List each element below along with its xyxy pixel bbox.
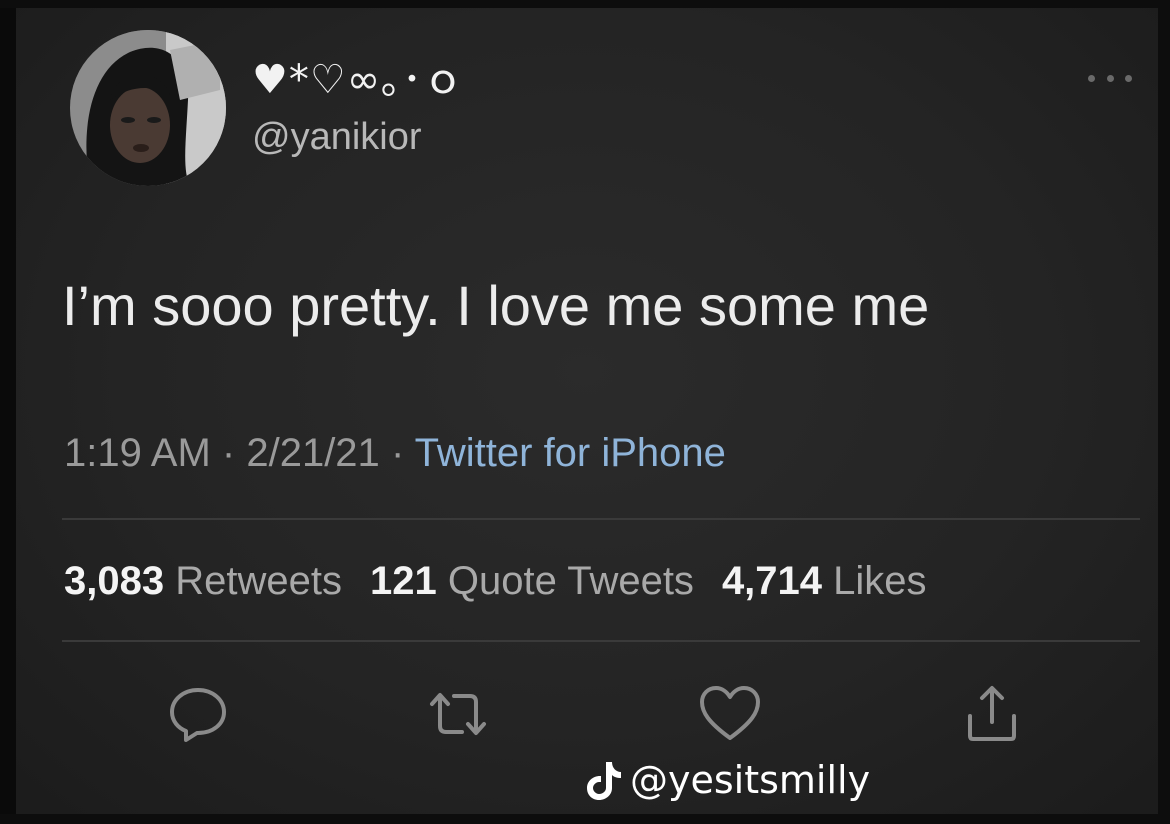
quote-tweets-stat[interactable]: 121 Quote Tweets xyxy=(370,559,694,603)
tweet-date[interactable]: 2/21/21 xyxy=(246,431,379,475)
reply-icon xyxy=(170,688,226,742)
retweet-button[interactable] xyxy=(426,682,490,746)
avatar[interactable] xyxy=(70,30,226,186)
likes-count: 4,714 xyxy=(721,559,823,603)
watermark-handle: @yesitsmilly xyxy=(630,758,871,802)
user-handle[interactable]: @yanikior xyxy=(252,114,422,160)
like-button[interactable] xyxy=(698,682,762,746)
tweet-source-link[interactable]: Twitter for iPhone xyxy=(415,431,726,475)
tiktok-watermark: @yesitsmilly xyxy=(584,754,870,806)
more-dot-icon xyxy=(1125,74,1132,82)
display-name[interactable]: ♥*♡∞｡･ｏ xyxy=(252,56,464,104)
likes-stat[interactable]: 4,714 Likes xyxy=(722,559,927,603)
more-dot-icon xyxy=(1088,74,1095,82)
frame-edge-right xyxy=(1158,0,1170,824)
retweet-icon xyxy=(430,693,486,735)
frame-edge-left xyxy=(0,0,16,824)
retweets-stat[interactable]: 3,083 Retweets xyxy=(64,559,342,603)
more-dot-icon xyxy=(1106,74,1114,82)
retweets-count: 3,083 xyxy=(64,559,165,603)
quote-tweets-label: Quote Tweets xyxy=(447,559,694,603)
meta-separator: · xyxy=(390,431,405,475)
divider xyxy=(62,640,1140,642)
meta-separator: · xyxy=(221,431,236,475)
share-icon xyxy=(968,686,1016,741)
likes-label: Likes xyxy=(833,559,927,603)
tweet-text: I’m sooo pretty. I love me some me xyxy=(62,274,930,337)
share-button[interactable] xyxy=(960,682,1024,746)
quote-tweets-count: 121 xyxy=(369,559,437,603)
retweets-label: Retweets xyxy=(175,559,342,603)
frame-edge-bottom xyxy=(0,814,1170,824)
divider xyxy=(62,518,1140,520)
reply-button[interactable] xyxy=(166,682,230,746)
frame-edge-top xyxy=(0,0,1170,8)
tiktok-logo-icon xyxy=(587,762,621,800)
tweet-time[interactable]: 1:19 AM xyxy=(64,431,211,475)
engagement-stats: 3,083 Retweets 121 Quote Tweets 4,714 Like… xyxy=(64,556,927,606)
more-options-button[interactable] xyxy=(1088,68,1132,88)
heart-icon xyxy=(700,686,760,740)
tweet-metadata: 1:19 AM · 2/21/21 · Twitter for iPhone xyxy=(64,428,726,478)
